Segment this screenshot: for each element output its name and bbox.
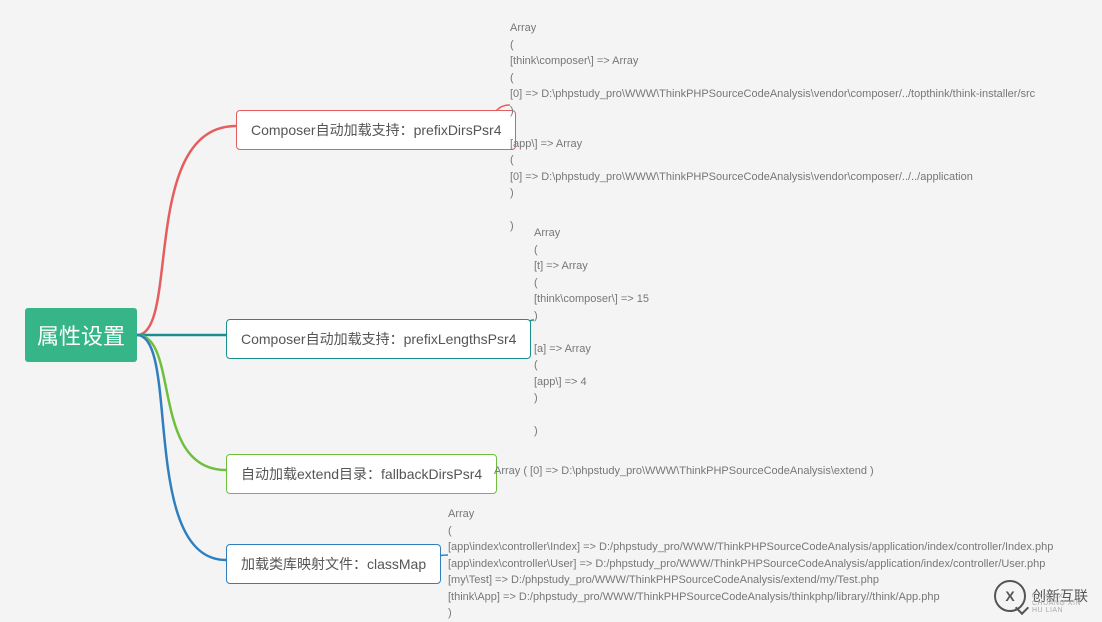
root-node[interactable]: 属性设置 bbox=[25, 308, 137, 362]
branch-prefix-lengths-psr4[interactable]: Composer自动加载支持：prefixLengthsPsr4 bbox=[226, 319, 531, 359]
branch-label: Composer自动加载支持：prefixLengthsPsr4 bbox=[241, 331, 516, 347]
branch-label: 加载类库映射文件：classMap bbox=[241, 556, 426, 572]
branch-class-map[interactable]: 加载类库映射文件：classMap bbox=[226, 544, 441, 584]
leaf-prefix-lengths-psr4: Array ( [t] => Array ( [think\composer\]… bbox=[534, 225, 649, 440]
watermark-logo-icon: X bbox=[994, 580, 1026, 612]
leaf-fallback-dirs-psr4: Array ( [0] => D:\phpstudy_pro\WWW\Think… bbox=[494, 463, 874, 480]
root-label: 属性设置 bbox=[37, 319, 125, 351]
branch-label: 自动加载extend目录：fallbackDirsPsr4 bbox=[241, 466, 482, 482]
watermark: X 创新互联 CXHLCX CHUANG XIN HU LIAN bbox=[994, 580, 1088, 612]
leaf-prefix-dirs-psr4: Array ( [think\composer\] => Array ( [0]… bbox=[510, 20, 1035, 235]
branch-label: Composer自动加载支持：prefixDirsPsr4 bbox=[251, 122, 501, 138]
watermark-subtext: CXHLCX CHUANG XIN HU LIAN bbox=[1032, 593, 1088, 614]
branch-prefix-dirs-psr4[interactable]: Composer自动加载支持：prefixDirsPsr4 bbox=[236, 110, 516, 150]
mindmap-canvas: 属性设置 Composer自动加载支持：prefixDirsPsr4 Array… bbox=[0, 0, 1102, 622]
branch-fallback-dirs-psr4[interactable]: 自动加载extend目录：fallbackDirsPsr4 bbox=[226, 454, 497, 494]
leaf-class-map: Array ( [app\index\controller\Index] => … bbox=[448, 506, 1053, 622]
